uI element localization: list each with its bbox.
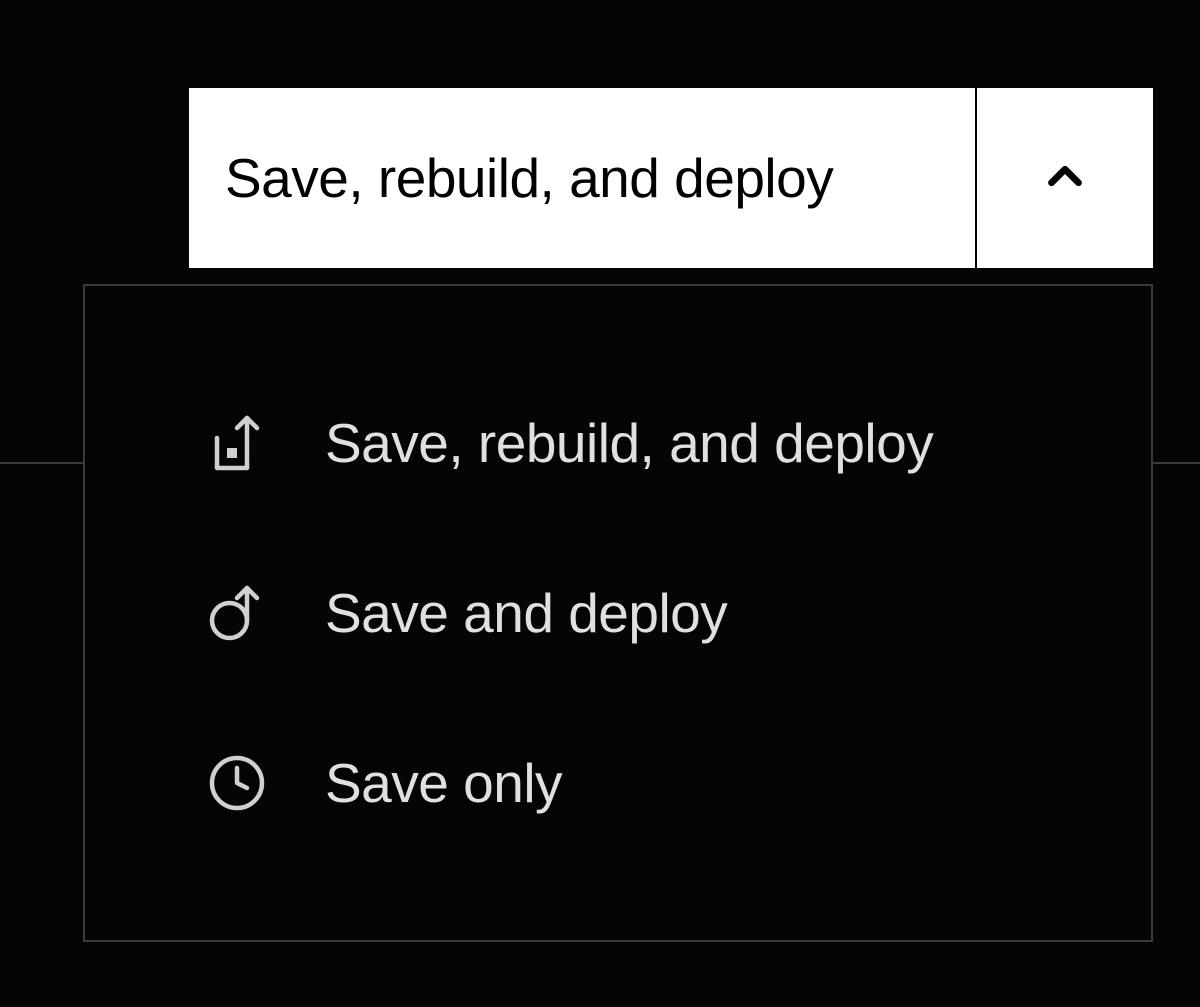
menu-item-label: Save, rebuild, and deploy [325, 411, 933, 475]
save-main-button[interactable]: Save, rebuild, and deploy [189, 88, 977, 268]
menu-item-save-only[interactable]: Save only [85, 698, 1151, 868]
clock-icon [207, 753, 267, 813]
menu-item-save-deploy[interactable]: Save and deploy [85, 528, 1151, 698]
menu-item-label: Save and deploy [325, 581, 727, 645]
menu-item-label: Save only [325, 751, 562, 815]
menu-item-save-rebuild-deploy[interactable]: Save, rebuild, and deploy [85, 358, 1151, 528]
save-split-button: Save, rebuild, and deploy [189, 88, 1153, 268]
box-arrow-up-icon [207, 413, 267, 473]
chevron-up-icon [1038, 149, 1092, 208]
save-options-menu: Save, rebuild, and deploy Save and deplo… [83, 284, 1153, 942]
save-main-button-label: Save, rebuild, and deploy [225, 146, 833, 210]
dropdown-toggle-button[interactable] [977, 88, 1153, 268]
circle-arrow-up-icon [207, 583, 267, 643]
